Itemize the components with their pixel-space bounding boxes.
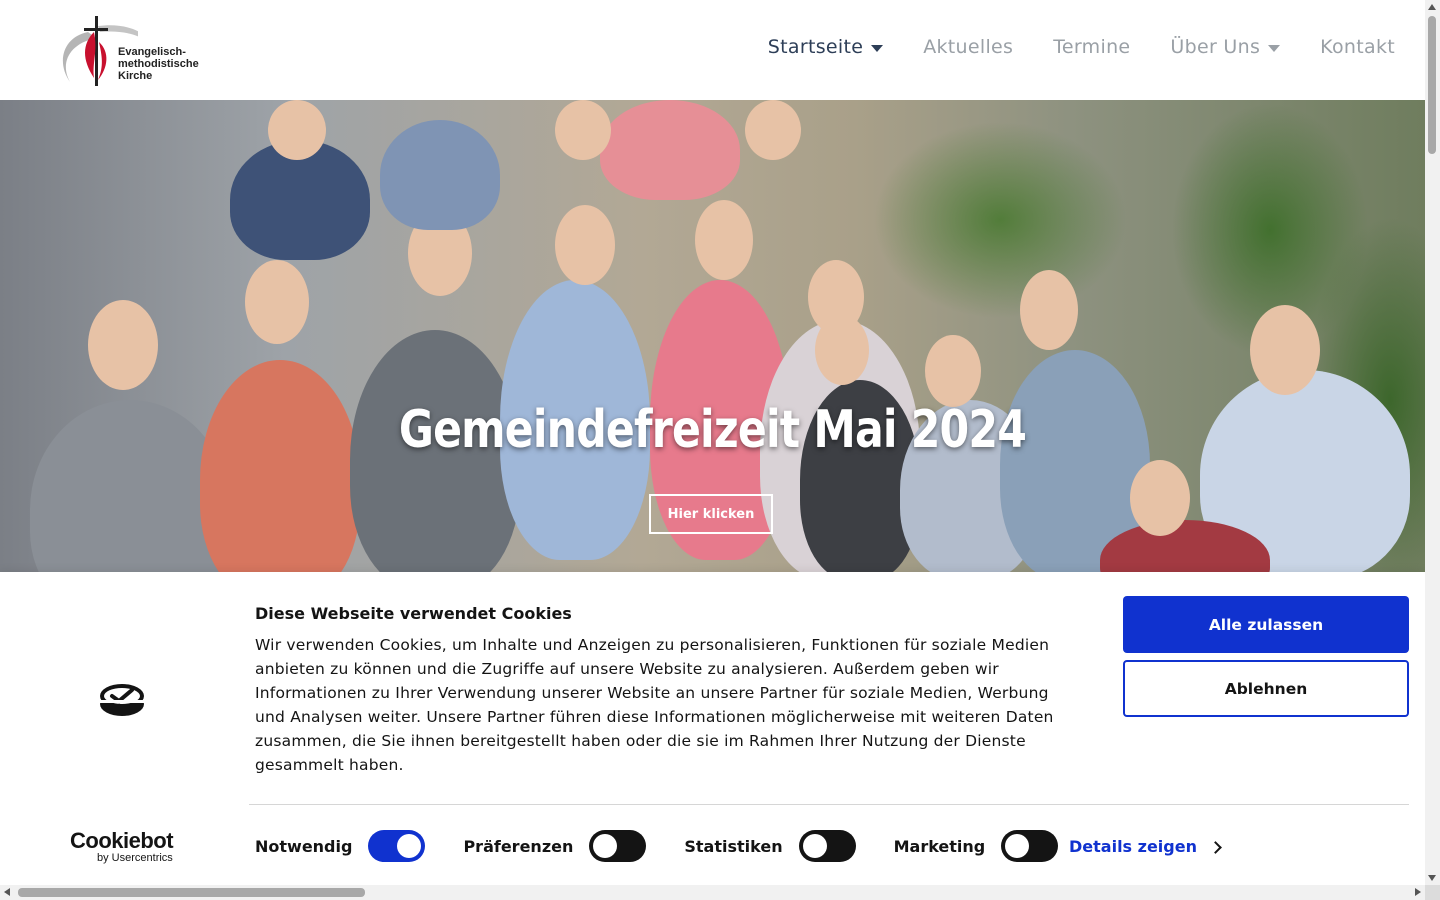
deny-button[interactable]: Ablehnen xyxy=(1123,660,1409,717)
toggle-label: Marketing xyxy=(893,836,986,856)
cookiebot-brand-logo[interactable]: Cookiebot by Usercentrics xyxy=(70,828,174,864)
logo-text-line: methodistische xyxy=(118,58,199,70)
scroll-down-icon[interactable] xyxy=(1428,875,1436,881)
toggle-label: Präferenzen xyxy=(463,836,574,856)
logo-text-line: Evangelisch- xyxy=(118,46,186,58)
divider xyxy=(249,804,1409,805)
consent-toggles: Notwendig Präferenzen Statistiken Market… xyxy=(255,830,1096,862)
nav-label: Über Uns xyxy=(1170,36,1261,58)
cookiebot-icon xyxy=(100,684,144,716)
toggle-notwendig: Notwendig xyxy=(255,830,426,862)
toggle-label: Statistiken xyxy=(684,836,783,856)
toggle-marketing: Marketing xyxy=(894,830,1059,862)
nav-item-kontakt[interactable]: Kontakt xyxy=(1320,36,1395,58)
toggle-praeferenzen: Präferenzen xyxy=(463,830,647,862)
scroll-left-icon[interactable] xyxy=(4,888,10,896)
church-logo[interactable]: Evangelisch- methodistische Kirche xyxy=(58,12,208,88)
caret-down-icon xyxy=(1268,44,1281,52)
site-header: Evangelisch- methodistische Kirche Start… xyxy=(0,0,1425,100)
toggle-switch-notwendig[interactable] xyxy=(368,830,426,862)
nav-item-startseite[interactable]: Startseite xyxy=(767,36,884,58)
hero-cta-button[interactable]: Hier klicken xyxy=(649,494,773,534)
hero-section: Gemeindefreizeit Mai 2024 Hier klicken xyxy=(0,100,1425,572)
scrollbar-thumb[interactable] xyxy=(18,888,365,897)
nav-label: Kontakt xyxy=(1320,36,1395,58)
nav-item-aktuelles[interactable]: Aktuelles xyxy=(923,36,1013,58)
details-label: Details zeigen xyxy=(1069,837,1197,856)
nav-item-termine[interactable]: Termine xyxy=(1053,36,1130,58)
caret-down-icon xyxy=(871,44,884,52)
logo-text: Evangelisch- methodistische Kirche xyxy=(118,46,199,82)
scroll-right-icon[interactable] xyxy=(1415,888,1421,896)
vertical-scrollbar[interactable] xyxy=(1425,0,1440,885)
details-link[interactable]: Details zeigen xyxy=(1069,837,1222,856)
scrollbar-corner xyxy=(1425,885,1440,900)
switch-knob xyxy=(397,834,422,858)
cookie-description: Wir verwenden Cookies, um Inhalte und An… xyxy=(255,636,1054,774)
toggle-label: Notwendig xyxy=(255,836,353,856)
logo-text-line: Kirche xyxy=(118,70,153,82)
switch-knob xyxy=(1005,834,1030,858)
cookie-banner: Diese Webseite verwendet Cookies Wir ver… xyxy=(0,572,1425,885)
switch-knob xyxy=(802,834,827,858)
nav-label: Aktuelles xyxy=(923,36,1014,58)
hero-title: Gemeindefreizeit Mai 2024 xyxy=(398,400,1027,460)
toggle-switch-praeferenzen[interactable] xyxy=(589,830,647,862)
switch-knob xyxy=(593,834,618,858)
toggle-switch-marketing[interactable] xyxy=(1001,830,1059,862)
brand-name: Cookiebot xyxy=(70,828,174,853)
horizontal-scrollbar[interactable] xyxy=(0,885,1425,900)
cookie-title: Diese Webseite verwendet Cookies xyxy=(255,604,572,623)
accept-all-button[interactable]: Alle zulassen xyxy=(1123,596,1409,653)
nav-label: Termine xyxy=(1053,36,1131,58)
scroll-up-icon[interactable] xyxy=(1428,4,1436,10)
toggle-switch-statistiken[interactable] xyxy=(798,830,856,862)
nav-label: Startseite xyxy=(767,36,864,58)
scrollbar-thumb[interactable] xyxy=(1428,16,1436,154)
main-nav: Startseite Aktuelles Termine Über Uns Ko… xyxy=(768,36,1395,58)
brand-sub: by Usercentrics xyxy=(97,852,173,864)
toggle-statistiken: Statistiken xyxy=(684,830,856,862)
nav-item-ueber-uns[interactable]: Über Uns xyxy=(1170,36,1281,58)
chevron-right-icon xyxy=(1209,840,1222,854)
